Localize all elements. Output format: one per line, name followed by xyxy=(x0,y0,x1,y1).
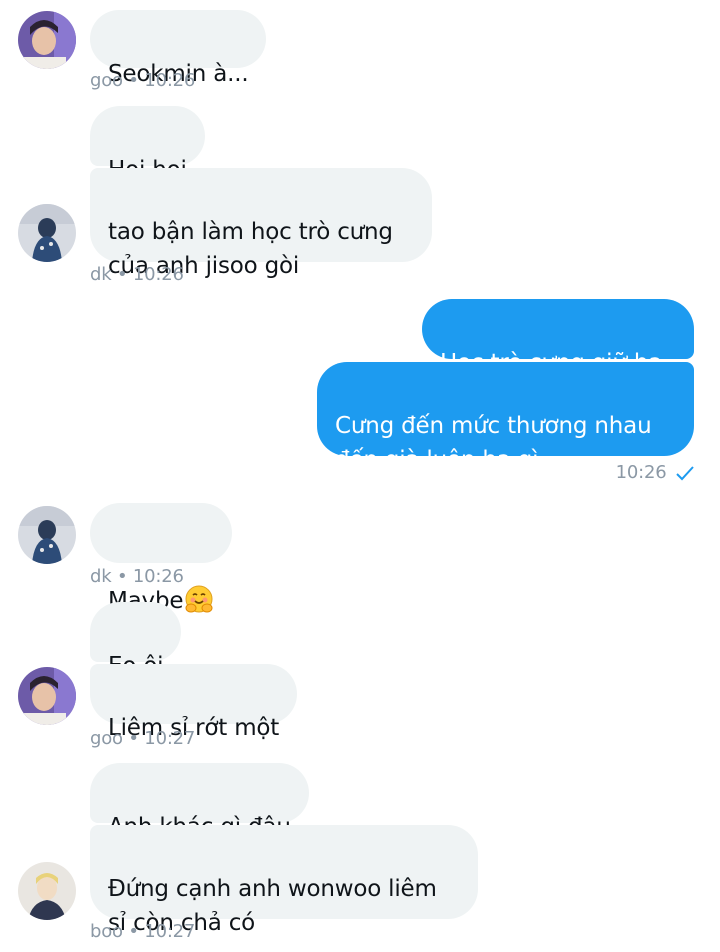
message-meta: boo • 10:27 xyxy=(90,921,196,942)
message-meta: goo • 10:26 xyxy=(90,70,196,91)
message-meta: 10:26 xyxy=(560,462,694,487)
message-meta: dk • 10:26 xyxy=(90,264,184,285)
message-bubble[interactable]: Hoi hoi xyxy=(90,106,205,183)
message-meta: goo • 10:27 xyxy=(90,728,196,749)
goo-avatar[interactable] xyxy=(18,11,76,69)
message-bubble[interactable]: Cưng đến mức thương nhau đến già luôn ha… xyxy=(317,362,694,473)
dk-avatar[interactable] xyxy=(18,506,76,564)
message-bubble[interactable]: Eo ôi xyxy=(90,602,182,679)
checkmark-icon xyxy=(676,465,694,487)
message-bubble[interactable]: Liêm sỉ rớt một xyxy=(90,664,298,741)
message-bubble[interactable]: Anh khác gì đâu xyxy=(90,763,309,840)
message-bubble[interactable]: Đứng cạnh anh wonwoo liêm sỉ còn chả có xyxy=(90,825,478,936)
message-bubble[interactable]: Seokmin à... xyxy=(90,10,267,87)
message-time: 10:26 xyxy=(615,462,667,483)
hugging-face-emoji xyxy=(184,550,214,613)
message-meta: dk • 10:26 xyxy=(90,566,184,587)
message-bubble[interactable]: tao bận làm học trò cưng của anh jisoo g… xyxy=(90,168,432,279)
dk-avatar[interactable] xyxy=(18,204,76,262)
message-bubble[interactable]: Học trò cưng giữ ha xyxy=(422,299,694,376)
boo-avatar[interactable] xyxy=(18,862,76,920)
message-bubble[interactable]: Maybe xyxy=(90,503,233,614)
goo-avatar[interactable] xyxy=(18,667,76,725)
